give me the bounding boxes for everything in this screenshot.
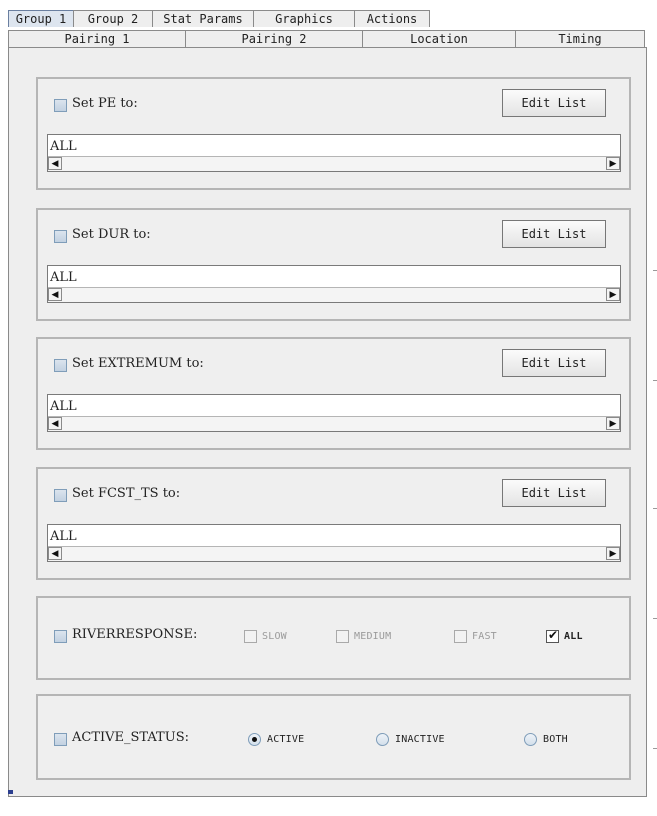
extremum-list[interactable]: ALL ◀ ▶ bbox=[47, 394, 621, 432]
medium-label: MEDIUM bbox=[354, 631, 392, 642]
scroll-left-arrow-icon[interactable]: ◀ bbox=[48, 417, 62, 430]
scroll-right-arrow-icon[interactable]: ▶ bbox=[606, 288, 620, 301]
fcst-ts-list-value: ALL bbox=[50, 529, 77, 544]
tab-pairing-1[interactable]: Pairing 1 bbox=[8, 30, 186, 47]
scroll-right-arrow-icon[interactable]: ▶ bbox=[606, 417, 620, 430]
tab-row-primary: Group 1 Group 2 Stat Params Graphics Act… bbox=[8, 8, 430, 27]
extremum-edit-list-button[interactable]: Edit List bbox=[502, 349, 606, 377]
active-status-panel: ACTIVE_STATUS: ACTIVE INACTIVE BOTH bbox=[36, 694, 631, 780]
scroll-left-arrow-icon[interactable]: ◀ bbox=[48, 547, 62, 560]
fcst-ts-edit-list-button[interactable]: Edit List bbox=[502, 479, 606, 507]
dur-edit-list-button[interactable]: Edit List bbox=[502, 220, 606, 248]
slow-checkbox[interactable] bbox=[244, 630, 257, 643]
tab-location[interactable]: Location bbox=[362, 30, 516, 47]
edge-tick bbox=[653, 270, 657, 271]
active-status-checkbox[interactable] bbox=[54, 733, 67, 746]
medium-checkbox[interactable] bbox=[336, 630, 349, 643]
slow-label: SLOW bbox=[262, 631, 287, 642]
edge-tick bbox=[653, 618, 657, 619]
inactive-radio-label: INACTIVE bbox=[395, 734, 445, 745]
scroll-right-arrow-icon[interactable]: ▶ bbox=[606, 547, 620, 560]
extremum-hscrollbar[interactable]: ◀ ▶ bbox=[48, 416, 620, 431]
all-checkbox[interactable] bbox=[546, 628, 559, 643]
scroll-left-arrow-icon[interactable]: ◀ bbox=[48, 288, 62, 301]
riverresponse-checkbox[interactable] bbox=[54, 630, 67, 643]
fcst-ts-panel: Set FCST_TS to: Edit List ALL ◀ ▶ bbox=[36, 467, 631, 580]
fast-label: FAST bbox=[472, 631, 497, 642]
scroll-right-arrow-icon[interactable]: ▶ bbox=[606, 157, 620, 170]
riverresponse-label: RIVERRESPONSE: bbox=[72, 627, 198, 642]
dur-hscrollbar[interactable]: ◀ ▶ bbox=[48, 287, 620, 302]
inactive-radio[interactable] bbox=[376, 733, 389, 746]
pe-edit-list-button[interactable]: Edit List bbox=[502, 89, 606, 117]
tab-group-1[interactable]: Group 1 bbox=[8, 10, 74, 27]
tab-pairing-2[interactable]: Pairing 2 bbox=[185, 30, 363, 47]
extremum-label: Set EXTREMUM to: bbox=[72, 356, 204, 371]
pe-panel: Set PE to: Edit List ALL ◀ ▶ bbox=[36, 77, 631, 190]
fcst-ts-hscrollbar[interactable]: ◀ ▶ bbox=[48, 546, 620, 561]
fcst-ts-list[interactable]: ALL ◀ ▶ bbox=[47, 524, 621, 562]
tab-group-2[interactable]: Group 2 bbox=[73, 10, 153, 27]
pe-list[interactable]: ALL ◀ ▶ bbox=[47, 134, 621, 172]
tab-actions[interactable]: Actions bbox=[354, 10, 430, 27]
edge-tick bbox=[653, 748, 657, 749]
active-radio-label: ACTIVE bbox=[267, 734, 305, 745]
all-label: ALL bbox=[564, 631, 583, 642]
scroll-left-arrow-icon[interactable]: ◀ bbox=[48, 157, 62, 170]
both-radio[interactable] bbox=[524, 733, 537, 746]
tab-stat-params[interactable]: Stat Params bbox=[152, 10, 254, 27]
edge-tick bbox=[653, 380, 657, 381]
dur-list-value: ALL bbox=[50, 270, 77, 285]
pe-checkbox[interactable] bbox=[54, 99, 67, 112]
both-radio-label: BOTH bbox=[543, 734, 568, 745]
fcst-ts-checkbox[interactable] bbox=[54, 489, 67, 502]
extremum-panel: Set EXTREMUM to: Edit List ALL ◀ ▶ bbox=[36, 337, 631, 450]
extremum-list-value: ALL bbox=[50, 399, 77, 414]
fast-checkbox[interactable] bbox=[454, 630, 467, 643]
active-status-label: ACTIVE_STATUS: bbox=[72, 730, 189, 745]
dur-list[interactable]: ALL ◀ ▶ bbox=[47, 265, 621, 303]
pe-list-value: ALL bbox=[50, 139, 77, 154]
extremum-checkbox[interactable] bbox=[54, 359, 67, 372]
edge-tick bbox=[653, 508, 657, 509]
resize-accent bbox=[8, 790, 13, 794]
active-radio[interactable] bbox=[248, 733, 261, 746]
pe-label: Set PE to: bbox=[72, 96, 138, 111]
fcst-ts-label: Set FCST_TS to: bbox=[72, 486, 181, 501]
pe-hscrollbar[interactable]: ◀ ▶ bbox=[48, 156, 620, 171]
tab-graphics[interactable]: Graphics bbox=[253, 10, 355, 27]
dur-label: Set DUR to: bbox=[72, 227, 151, 242]
riverresponse-panel: RIVERRESPONSE: SLOW MEDIUM FAST ALL bbox=[36, 596, 631, 680]
dur-checkbox[interactable] bbox=[54, 230, 67, 243]
tab-timing[interactable]: Timing bbox=[515, 30, 645, 47]
dur-panel: Set DUR to: Edit List ALL ◀ ▶ bbox=[36, 208, 631, 321]
tab-row-secondary: Pairing 1 Pairing 2 Location Timing bbox=[8, 28, 645, 47]
